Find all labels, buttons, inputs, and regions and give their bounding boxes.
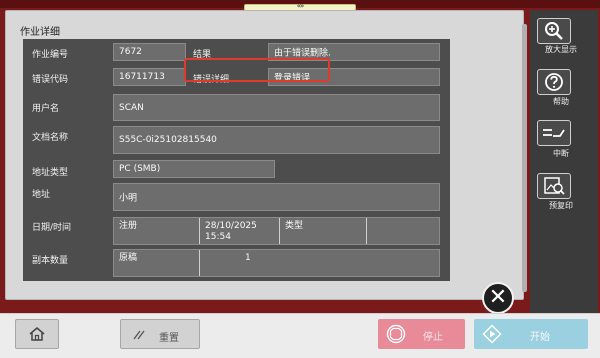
error-detail-field: 登录错误 bbox=[268, 68, 440, 86]
document-name-value: S55C-0i25102815540 bbox=[119, 135, 217, 145]
preview-copy-button[interactable] bbox=[537, 173, 571, 199]
stop-icon bbox=[386, 324, 406, 344]
help-button[interactable] bbox=[537, 69, 571, 95]
help-label: 帮助 bbox=[553, 97, 569, 106]
preview-copy-icon bbox=[544, 177, 565, 195]
page-title: 作业详细 bbox=[20, 27, 60, 38]
address-label: 地址 bbox=[32, 190, 51, 200]
zoom-in-icon bbox=[545, 22, 563, 40]
close-icon: ✕ bbox=[488, 285, 508, 310]
error-code-field: 16711713 bbox=[113, 68, 186, 86]
error-detail-label: 错误详细 bbox=[193, 75, 230, 85]
stop-button[interactable]: 停止 bbox=[378, 319, 465, 349]
date-value: 28/10/2025 bbox=[205, 221, 257, 231]
stop-label: 停止 bbox=[423, 332, 443, 343]
bottom-bar: 重置 停止 开始 bbox=[0, 313, 600, 358]
address-type-value: PC (SMB) bbox=[119, 164, 161, 174]
document-name-field: S55C-0i25102815540 bbox=[113, 126, 440, 154]
help-icon bbox=[545, 73, 563, 91]
interrupt-icon bbox=[543, 129, 565, 137]
document-name-label: 文档名称 bbox=[32, 133, 69, 143]
job-number-label: 作业编号 bbox=[32, 50, 69, 60]
interrupt-label: 中断 bbox=[553, 149, 569, 158]
reset-button[interactable]: 重置 bbox=[120, 319, 200, 349]
user-name-label: 用户名 bbox=[32, 104, 60, 114]
copies-label: 副本数量 bbox=[32, 256, 69, 266]
type-label: 类型 bbox=[285, 221, 304, 231]
result-field: 由于错误删除. bbox=[268, 43, 440, 61]
preview-copy-label: 预复印 bbox=[549, 201, 573, 210]
original-label: 原稿 bbox=[119, 253, 138, 263]
divider bbox=[279, 218, 280, 244]
side-button-column: 放大显示 帮助 中断 预复印 bbox=[530, 10, 598, 313]
reset-icon bbox=[133, 330, 145, 340]
date-time-label: 日期/时间 bbox=[32, 223, 72, 233]
result-label: 结果 bbox=[193, 50, 212, 60]
error-code-value: 16711713 bbox=[119, 72, 165, 82]
date-time-field: 注册 28/10/2025 15:54 类型 bbox=[113, 217, 440, 245]
error-detail-value: 登录错误 bbox=[274, 73, 311, 84]
interrupt-button[interactable] bbox=[537, 120, 571, 146]
start-button[interactable]: 开始 bbox=[474, 319, 588, 349]
job-details-panel: 作业编号 7672 结果 由于错误删除. 错误代码 16711713 错误详细 … bbox=[23, 39, 450, 281]
address-type-label: 地址类型 bbox=[32, 168, 69, 178]
copies-field: 原稿 1 bbox=[113, 249, 440, 277]
start-label: 开始 bbox=[530, 332, 550, 343]
home-icon bbox=[29, 327, 45, 341]
divider bbox=[199, 250, 200, 276]
user-name-field: SCAN bbox=[113, 94, 440, 121]
registered-label: 注册 bbox=[119, 221, 138, 231]
divider bbox=[366, 218, 367, 244]
address-field: 小明 bbox=[113, 183, 440, 211]
address-type-field: PC (SMB) bbox=[113, 160, 275, 178]
divider bbox=[199, 218, 200, 244]
time-value: 15:54 bbox=[205, 232, 231, 242]
address-value: 小明 bbox=[119, 193, 138, 204]
copies-value: 1 bbox=[245, 253, 251, 263]
zoom-in-label: 放大显示 bbox=[545, 45, 577, 54]
job-details-sheet: 作业详细 作业编号 7672 结果 由于错误删除. 错误代码 16711713 … bbox=[5, 10, 527, 300]
home-button[interactable] bbox=[15, 319, 59, 349]
user-name-value: SCAN bbox=[119, 102, 144, 113]
reset-label: 重置 bbox=[159, 333, 179, 344]
job-number-value: 7672 bbox=[119, 47, 142, 57]
error-code-label: 错误代码 bbox=[32, 75, 69, 85]
result-value: 由于错误删除. bbox=[274, 48, 331, 59]
start-icon bbox=[482, 324, 502, 344]
zoom-in-button[interactable] bbox=[537, 18, 571, 44]
job-number-field: 7672 bbox=[113, 43, 186, 61]
close-button[interactable]: ✕ bbox=[482, 282, 514, 314]
scrollbar[interactable] bbox=[522, 24, 527, 292]
